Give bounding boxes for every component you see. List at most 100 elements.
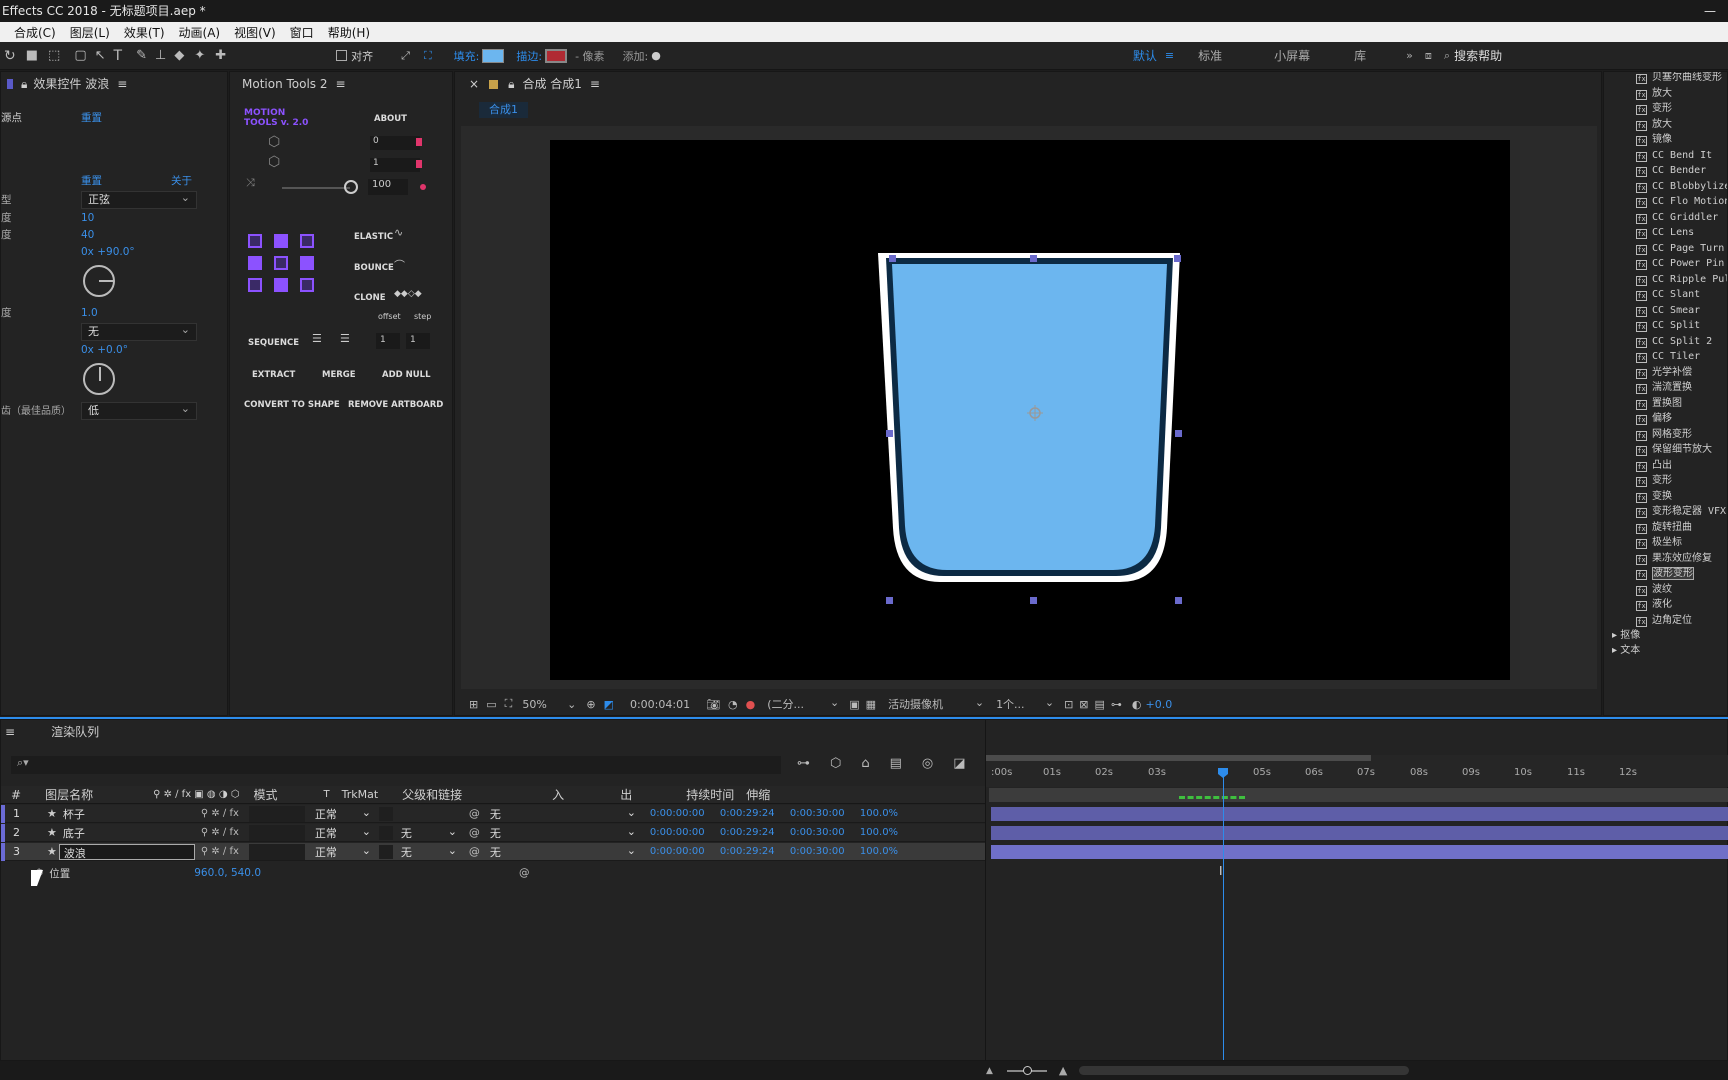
effect-list-item[interactable]: fx 变形稳定器 VFX bbox=[1604, 504, 1727, 520]
layer-in-time[interactable]: 0:00:00:00 bbox=[650, 846, 720, 857]
add-null-button[interactable]: ADD NULL bbox=[382, 370, 431, 380]
effect-list-item[interactable]: fx 光学补偿 bbox=[1604, 365, 1727, 381]
stroke-width[interactable]: - 像素 bbox=[575, 48, 604, 64]
effect-list-item[interactable]: fx 变形 bbox=[1604, 473, 1727, 489]
add-dropdown-icon[interactable]: ● bbox=[651, 49, 661, 62]
monitor-icon[interactable]: ▭ bbox=[486, 698, 496, 711]
layer-duration-bar[interactable] bbox=[991, 845, 1728, 859]
mode-dropdown[interactable]: 正常 ⌄ bbox=[311, 844, 373, 860]
col-layer-name[interactable]: 图层名称 bbox=[45, 786, 93, 803]
clone-stamp-tool-icon[interactable]: ⊥ bbox=[155, 48, 166, 63]
category-text[interactable]: ▸ 文本 bbox=[1604, 643, 1727, 658]
cup-shape[interactable] bbox=[878, 253, 1180, 582]
zoom-in-icon[interactable]: ▲ bbox=[1059, 1064, 1067, 1077]
trkmat-dropdown[interactable]: 无 ⌄ bbox=[401, 825, 457, 841]
layer-duration-bar[interactable] bbox=[991, 826, 1728, 840]
effect-list-item[interactable]: fx 偏移 bbox=[1604, 411, 1727, 427]
elastic-button[interactable]: ELASTIC bbox=[354, 232, 393, 242]
category-keying[interactable]: ▸ 抠像 bbox=[1604, 628, 1727, 643]
layer-duration[interactable]: 0:00:30:00 bbox=[790, 827, 860, 838]
workspace-default[interactable]: 默认 bbox=[1133, 47, 1157, 64]
layer-duration[interactable]: 0:00:30:00 bbox=[790, 846, 860, 857]
anchor-icon[interactable]: ⬡ bbox=[268, 134, 280, 150]
pen-tool-icon[interactable]: ↖ bbox=[95, 48, 106, 63]
draft-3d-icon[interactable]: ⬡ bbox=[830, 756, 841, 771]
effect-list-item[interactable]: fx CC Blobbylize bbox=[1604, 179, 1727, 195]
sequence-button[interactable]: SEQUENCE bbox=[248, 338, 299, 348]
zoom-slider[interactable] bbox=[1006, 1065, 1047, 1075]
anchor-tc-button[interactable] bbox=[274, 234, 288, 248]
anchor2-icon[interactable]: ⬡ bbox=[268, 154, 280, 170]
search-help-input[interactable]: 搜索帮助 bbox=[1454, 47, 1502, 64]
workspace-library[interactable]: 库 bbox=[1354, 47, 1366, 64]
layer-color-label[interactable] bbox=[1, 804, 5, 823]
layer-out-time[interactable]: 0:00:29:24 bbox=[720, 846, 790, 857]
comp-mini-flowchart-icon[interactable]: ⊶ bbox=[797, 756, 810, 771]
red-key-icon[interactable] bbox=[416, 138, 422, 146]
anchor-tr-button[interactable] bbox=[300, 234, 314, 248]
effect-list-item[interactable]: fx CC Split 2 bbox=[1604, 334, 1727, 350]
transparency-grid-icon[interactable]: ◩ bbox=[604, 698, 614, 711]
snapshot-icon[interactable]: 📷︎ bbox=[706, 698, 720, 711]
effect-list-item[interactable]: fx 放大 bbox=[1604, 117, 1727, 133]
extract-button[interactable]: EXTRACT bbox=[252, 370, 295, 380]
stroke-swatch[interactable] bbox=[545, 48, 568, 63]
roi-icon[interactable]: ▣ bbox=[849, 698, 859, 711]
parent-pickwhip-icon[interactable]: @ bbox=[469, 807, 480, 820]
antialias-dropdown[interactable]: 低 bbox=[81, 401, 197, 420]
layer-switch-boxes[interactable] bbox=[248, 824, 305, 841]
effect-list-item[interactable]: fx CC Slant bbox=[1604, 287, 1727, 303]
frame-blending-icon[interactable]: ▤ bbox=[890, 756, 902, 771]
rectangle-tool-icon[interactable]: ▢ bbox=[74, 48, 86, 63]
sync-icon[interactable]: ⧈ bbox=[1425, 49, 1432, 63]
red-key-icon-2[interactable] bbox=[416, 160, 422, 168]
anchor-bl-button[interactable] bbox=[248, 278, 262, 292]
fill-swatch[interactable] bbox=[482, 48, 505, 63]
preserve-transparency-checkbox[interactable] bbox=[378, 806, 393, 821]
transparency-icon[interactable]: ▦ bbox=[866, 698, 876, 711]
effect-list-item[interactable]: fx CC Bender bbox=[1604, 163, 1727, 179]
effect-list-item[interactable]: fx CC Power Pin bbox=[1604, 256, 1727, 272]
layer-stretch[interactable]: 100.0% bbox=[860, 808, 910, 819]
layer-color-label[interactable] bbox=[1, 842, 5, 861]
mode-dropdown[interactable]: 正常 ⌄ bbox=[311, 806, 373, 822]
exposure-icon[interactable]: ◐ bbox=[1132, 698, 1142, 711]
rotate-tool-icon[interactable]: ↻ bbox=[4, 48, 16, 64]
menu-window[interactable]: 窗口 bbox=[290, 24, 314, 41]
slider-track[interactable] bbox=[282, 187, 350, 189]
minimize-button[interactable]: — bbox=[1704, 0, 1716, 22]
layer-in-time[interactable]: 0:00:00:00 bbox=[650, 808, 720, 819]
sequence-offset-field[interactable]: 1 bbox=[376, 333, 400, 349]
slider-handle[interactable] bbox=[344, 180, 358, 194]
parent-pickwhip-icon[interactable]: @ bbox=[469, 845, 480, 858]
remove-artboard-button[interactable]: REMOVE ARTBOARD bbox=[348, 400, 443, 410]
menu-layer[interactable]: 图层(L) bbox=[70, 24, 110, 41]
value-field-1[interactable]: 1 bbox=[370, 158, 420, 172]
merge-button[interactable]: MERGE bbox=[322, 370, 356, 380]
panel-menu-icon[interactable]: ≡ bbox=[590, 72, 600, 96]
eraser-tool-icon[interactable]: ◆ bbox=[174, 48, 184, 63]
effect-list-item[interactable]: fxCC Ripple Pulse bbox=[1604, 272, 1727, 288]
workspace-small-screen[interactable]: 小屏幕 bbox=[1274, 47, 1310, 64]
position-value[interactable]: 960.0, 540.0 bbox=[194, 867, 261, 879]
clone-dots-icon[interactable]: ◆◆◇◆ bbox=[394, 289, 422, 299]
convert-to-shape-button[interactable]: CONVERT TO SHAPE bbox=[244, 400, 340, 410]
align-checkbox[interactable] bbox=[336, 50, 348, 61]
effect-list-item[interactable]: fx 波形变形 bbox=[1604, 566, 1727, 582]
composition-tab[interactable]: × 🔒︎ 合成 合成1 ≡ bbox=[455, 72, 1601, 96]
panel-menu-icon[interactable]: ≡ bbox=[5, 720, 15, 744]
snap-icon[interactable]: ⤢ bbox=[401, 49, 410, 63]
preserve-transparency-checkbox[interactable] bbox=[378, 825, 393, 840]
flowchart-icon[interactable]: ⊶ bbox=[1111, 698, 1122, 711]
panel-menu-icon[interactable]: ≡ bbox=[117, 72, 127, 96]
type-tool-icon[interactable]: T bbox=[114, 48, 123, 64]
anchor-bc-button[interactable] bbox=[274, 278, 288, 292]
search-icon[interactable]: ⌕ bbox=[1444, 49, 1450, 63]
puppet-tool-icon[interactable]: ✚ bbox=[215, 48, 226, 63]
brush-tool-icon[interactable]: ✎ bbox=[136, 48, 147, 63]
anchor-ml-button[interactable] bbox=[248, 256, 262, 270]
menu-composition[interactable]: 合成(C) bbox=[14, 24, 56, 41]
timeline-search-input[interactable]: ⌕▾ bbox=[11, 756, 781, 774]
zoom-out-icon[interactable]: ▲ bbox=[986, 1066, 993, 1076]
menu-effect[interactable]: 效果(T) bbox=[124, 24, 165, 41]
